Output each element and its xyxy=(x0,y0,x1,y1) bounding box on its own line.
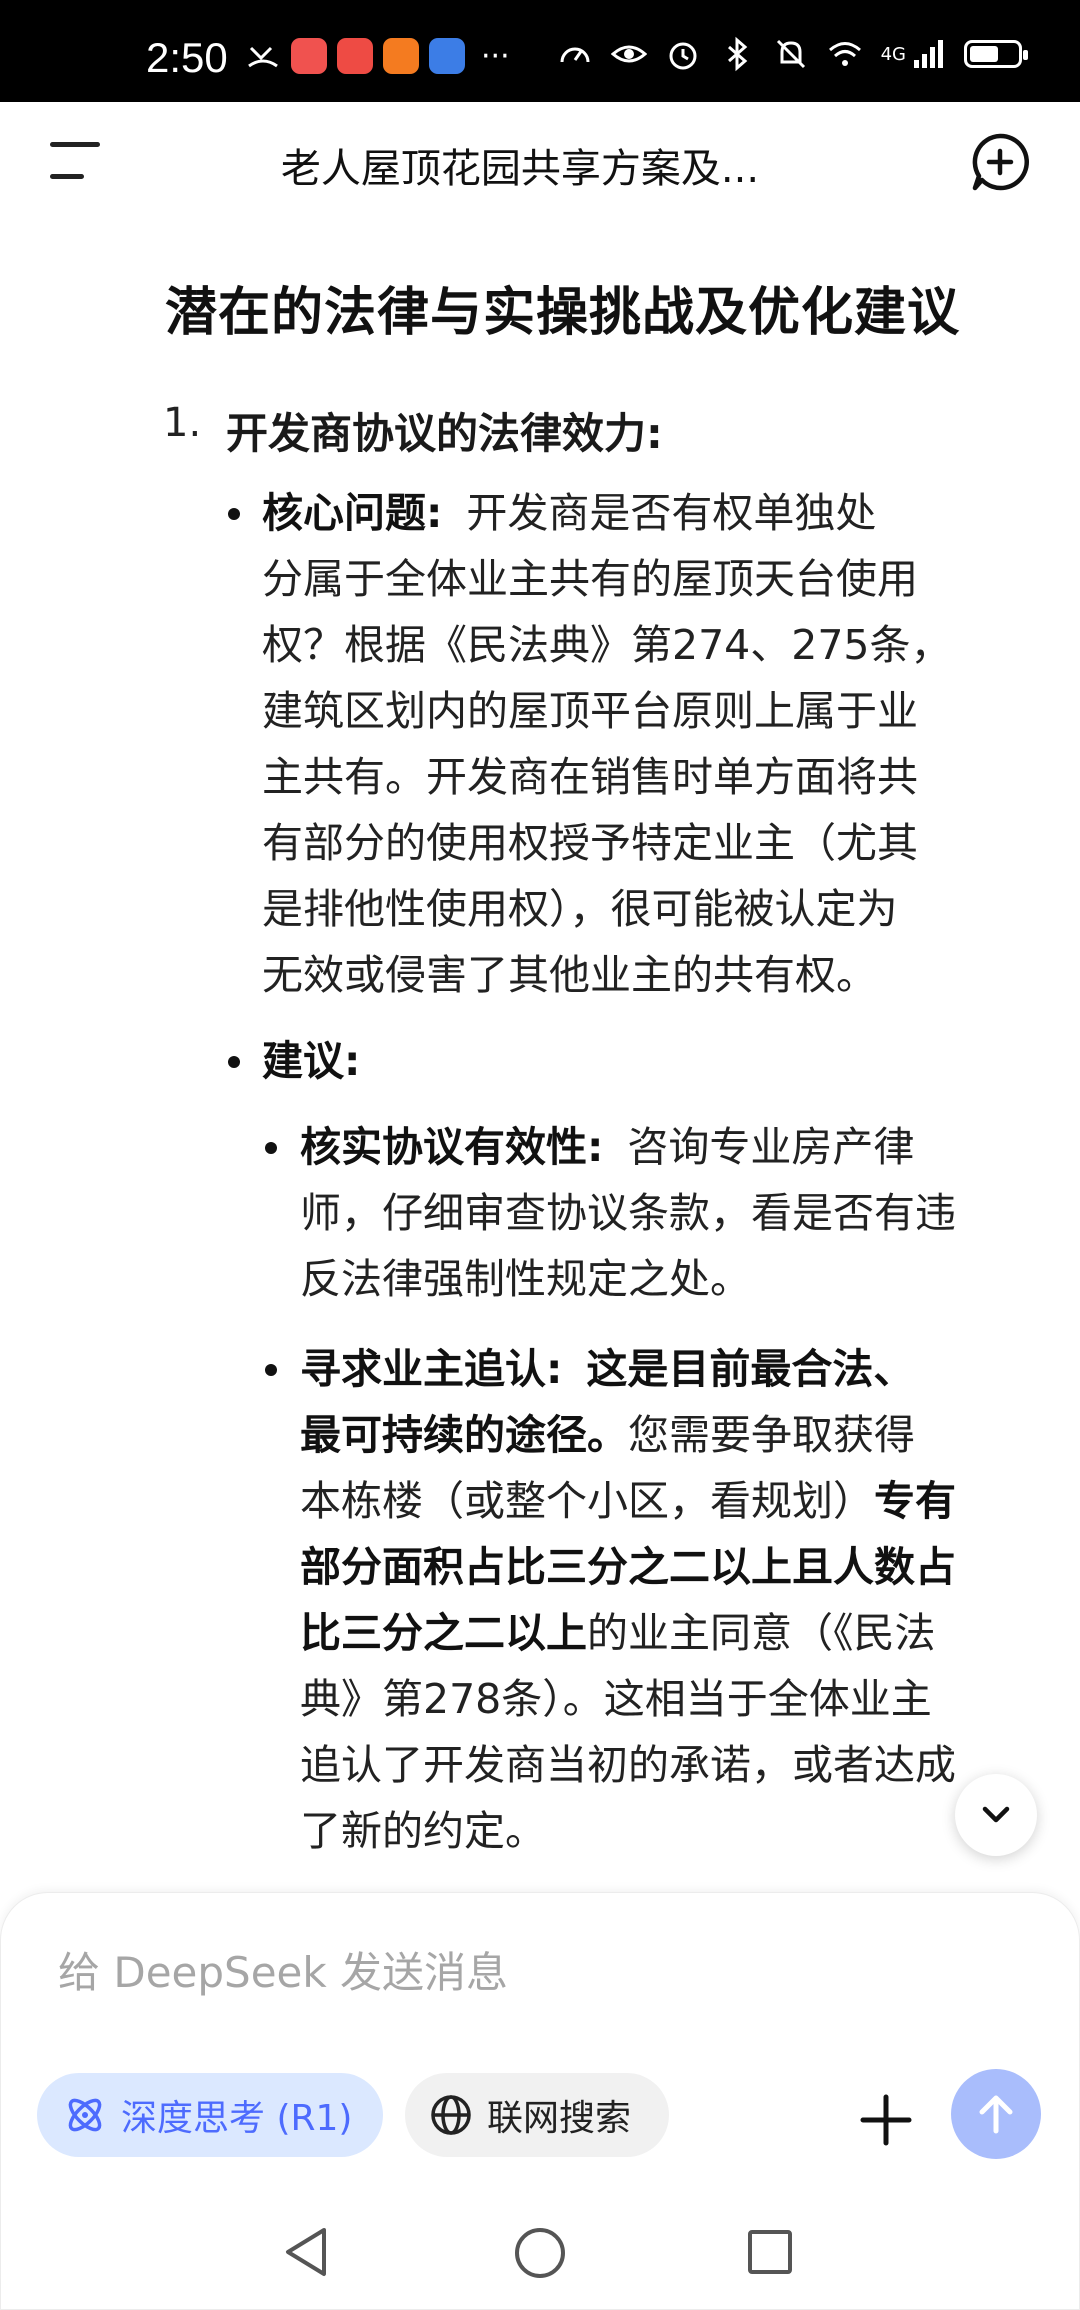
notification-icons: ··· xyxy=(245,38,510,74)
more-notifications-icon: ··· xyxy=(481,38,510,74)
text-line: 主共有。开发商在销售时单方面将共 xyxy=(262,753,918,801)
bullet-icon xyxy=(228,1056,240,1068)
scroll-to-bottom-button[interactable] xyxy=(955,1774,1037,1856)
system-icons: 4G xyxy=(557,36,1028,72)
network-type-label: 4G xyxy=(880,43,906,65)
app-notification-icon xyxy=(337,38,373,74)
home-icon[interactable] xyxy=(515,2228,565,2278)
new-chat-icon[interactable] xyxy=(970,132,1030,192)
globe-icon xyxy=(431,2095,471,2135)
section-heading: 潜在的法律与实操挑战及优化建议 xyxy=(165,283,961,343)
attach-plus-icon[interactable] xyxy=(859,2093,913,2147)
app-notification-icon xyxy=(291,38,327,74)
deep-think-toggle[interactable]: 深度思考 (R1) xyxy=(37,2073,383,2157)
chat-message-content: 潜在的法律与实操挑战及优化建议 1. 开发商协议的法律效力: 核心问题: 开发商是… xyxy=(0,222,1080,1882)
atom-icon xyxy=(68,2098,102,2132)
system-navigation-bar xyxy=(0,2200,1080,2310)
verify-paragraph: 核实协议有效性: 咨询专业房产律 师，仔细审查协议条款，看是否有违 反法律强制性规… xyxy=(300,1114,1040,1312)
web-search-label: 联网搜索 xyxy=(487,2098,632,2139)
speed-icon xyxy=(560,47,590,63)
missed-call-icon xyxy=(248,46,278,68)
bold-text: 这是目前最合法、 xyxy=(586,1345,915,1393)
text-line: 咨询专业房产律 xyxy=(627,1123,915,1171)
app-notification-icon xyxy=(383,38,419,74)
list-number: 1. xyxy=(163,400,202,446)
chat-title[interactable]: 老人屋顶花园共享方案及... xyxy=(200,136,840,194)
text-line: 有部分的使用权授予特定业主（尤其 xyxy=(262,819,918,867)
mute-icon xyxy=(776,39,805,69)
bullet-icon xyxy=(265,1142,277,1154)
text-line: 追认了开发商当初的承诺，或者达成 xyxy=(300,1741,956,1789)
text-line: 了新的约定。 xyxy=(300,1807,546,1855)
verify-label: 核实协议有效性: xyxy=(300,1123,604,1171)
recent-apps-icon[interactable] xyxy=(748,2230,792,2274)
bluetooth-icon xyxy=(727,36,747,72)
text-line: 无效或侵害了其他业主的共有权。 xyxy=(262,951,877,999)
suggestion-label-text: 建议: xyxy=(262,1037,361,1085)
text-line: 反法律强制性规定之处。 xyxy=(300,1255,751,1303)
message-input[interactable] xyxy=(56,1941,920,2003)
alarm-icon xyxy=(669,42,697,70)
bold-text: 专有 xyxy=(874,1477,956,1525)
suggestion-label: 建议: xyxy=(262,1028,360,1094)
menu-icon[interactable] xyxy=(50,142,106,182)
text-line: 开发商是否有权单独处 xyxy=(466,489,877,537)
bold-text: 部分面积占比三分之二以上且人数占 xyxy=(300,1543,956,1591)
deep-think-label: 深度思考 (R1) xyxy=(121,2098,353,2139)
chevron-down-icon xyxy=(982,1806,1010,1823)
bold-text: 比三分之二以上 xyxy=(300,1609,587,1657)
text-line: 师，仔细审查协议条款，看是否有违 xyxy=(300,1189,956,1237)
chat-header: 老人屋顶花园共享方案及... xyxy=(0,102,1080,222)
text-line: 分属于全体业主共有的屋顶天台使用 xyxy=(262,555,918,603)
back-icon[interactable] xyxy=(282,2226,332,2278)
status-time: 2:50 xyxy=(146,34,228,81)
core-issue-paragraph: 核心问题: 开发商是否有权单独处 分属于全体业主共有的屋顶天台使用 权？根据《民法… xyxy=(262,480,1012,1008)
eye-icon xyxy=(610,45,647,63)
battery-level-fill xyxy=(970,46,998,62)
text-line: 典》第278条）。这相当于全体业主 xyxy=(300,1675,932,1723)
signal-icon xyxy=(914,40,943,68)
text-span: 本栋楼（或整个小区，看规划） xyxy=(300,1477,874,1525)
text-line: 建筑区划内的屋顶平台原则上属于业 xyxy=(262,687,918,735)
arrow-up-icon xyxy=(979,2095,1013,2134)
text-span: 的业主同意（《民法 xyxy=(587,1609,936,1657)
bullet-icon xyxy=(265,1364,277,1376)
core-issue-label: 核心问题: xyxy=(262,489,443,537)
send-button[interactable] xyxy=(951,2069,1041,2159)
text-line: 权？根据《民法典》第274、275条， xyxy=(262,621,952,669)
list-item-title: 开发商协议的法律效力: xyxy=(226,409,663,458)
bullet-icon xyxy=(228,508,240,520)
web-search-toggle[interactable]: 联网搜索 xyxy=(405,2073,669,2157)
text-span: 您需要争取获得 xyxy=(628,1411,915,1459)
text-line: 是排他性使用权），很可能被认定为 xyxy=(262,885,898,933)
status-bar: 2:50 ··· 4G xyxy=(0,0,1080,102)
ratify-paragraph: 寻求业主追认: 这是目前最合法、 最可持续的途径。您需要争取获得 本栋楼（或整个小… xyxy=(300,1336,1060,1864)
ratify-label: 寻求业主追认: xyxy=(300,1345,563,1393)
wifi-icon xyxy=(828,42,861,66)
app-notification-icon xyxy=(429,38,465,74)
bold-text: 最可持续的途径。 xyxy=(300,1411,628,1459)
battery-icon xyxy=(964,40,1028,68)
